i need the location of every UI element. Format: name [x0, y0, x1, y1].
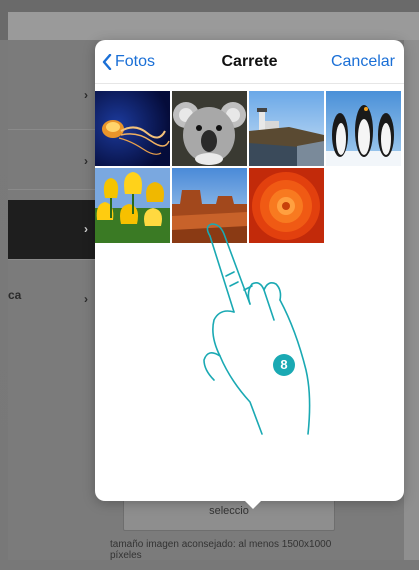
- popover-arrow: [243, 499, 263, 509]
- photo-thumbnail-jellyfish[interactable]: [95, 91, 170, 166]
- step-number-badge: 8: [273, 354, 295, 376]
- image-size-hint: tamaño imagen aconsejado: al menos 1500x…: [110, 539, 332, 561]
- penguins-image: [326, 91, 401, 166]
- photo-thumbnail-chrysanthemum[interactable]: [249, 168, 324, 243]
- background-right-strip: [404, 40, 419, 560]
- tulips-image: [95, 168, 170, 243]
- jellyfish-image: [95, 91, 170, 166]
- chevron-right-icon: ›: [84, 292, 88, 306]
- chevron-right-icon: ›: [84, 222, 88, 236]
- background-top-bar: [8, 12, 419, 40]
- photo-thumbnail-tulips[interactable]: [95, 168, 170, 243]
- koala-image: [172, 91, 247, 166]
- background-label-partial: ca: [8, 288, 22, 302]
- chevron-right-icon: ›: [84, 88, 88, 102]
- photo-thumbnail-desert[interactable]: [172, 168, 247, 243]
- chevron-right-icon: ›: [84, 154, 88, 168]
- picker-nav-bar: Fotos Carrete Cancelar: [95, 40, 404, 84]
- photo-thumbnail-penguins[interactable]: [326, 91, 401, 166]
- photo-picker-popover: Fotos Carrete Cancelar: [95, 40, 404, 501]
- photo-thumbnail-koala[interactable]: [172, 91, 247, 166]
- desert-image: [172, 168, 247, 243]
- chrysanthemum-image: [249, 168, 324, 243]
- lighthouse-image: [249, 91, 324, 166]
- photo-thumbnail-lighthouse[interactable]: [249, 91, 324, 166]
- cancel-button[interactable]: Cancelar: [331, 53, 395, 71]
